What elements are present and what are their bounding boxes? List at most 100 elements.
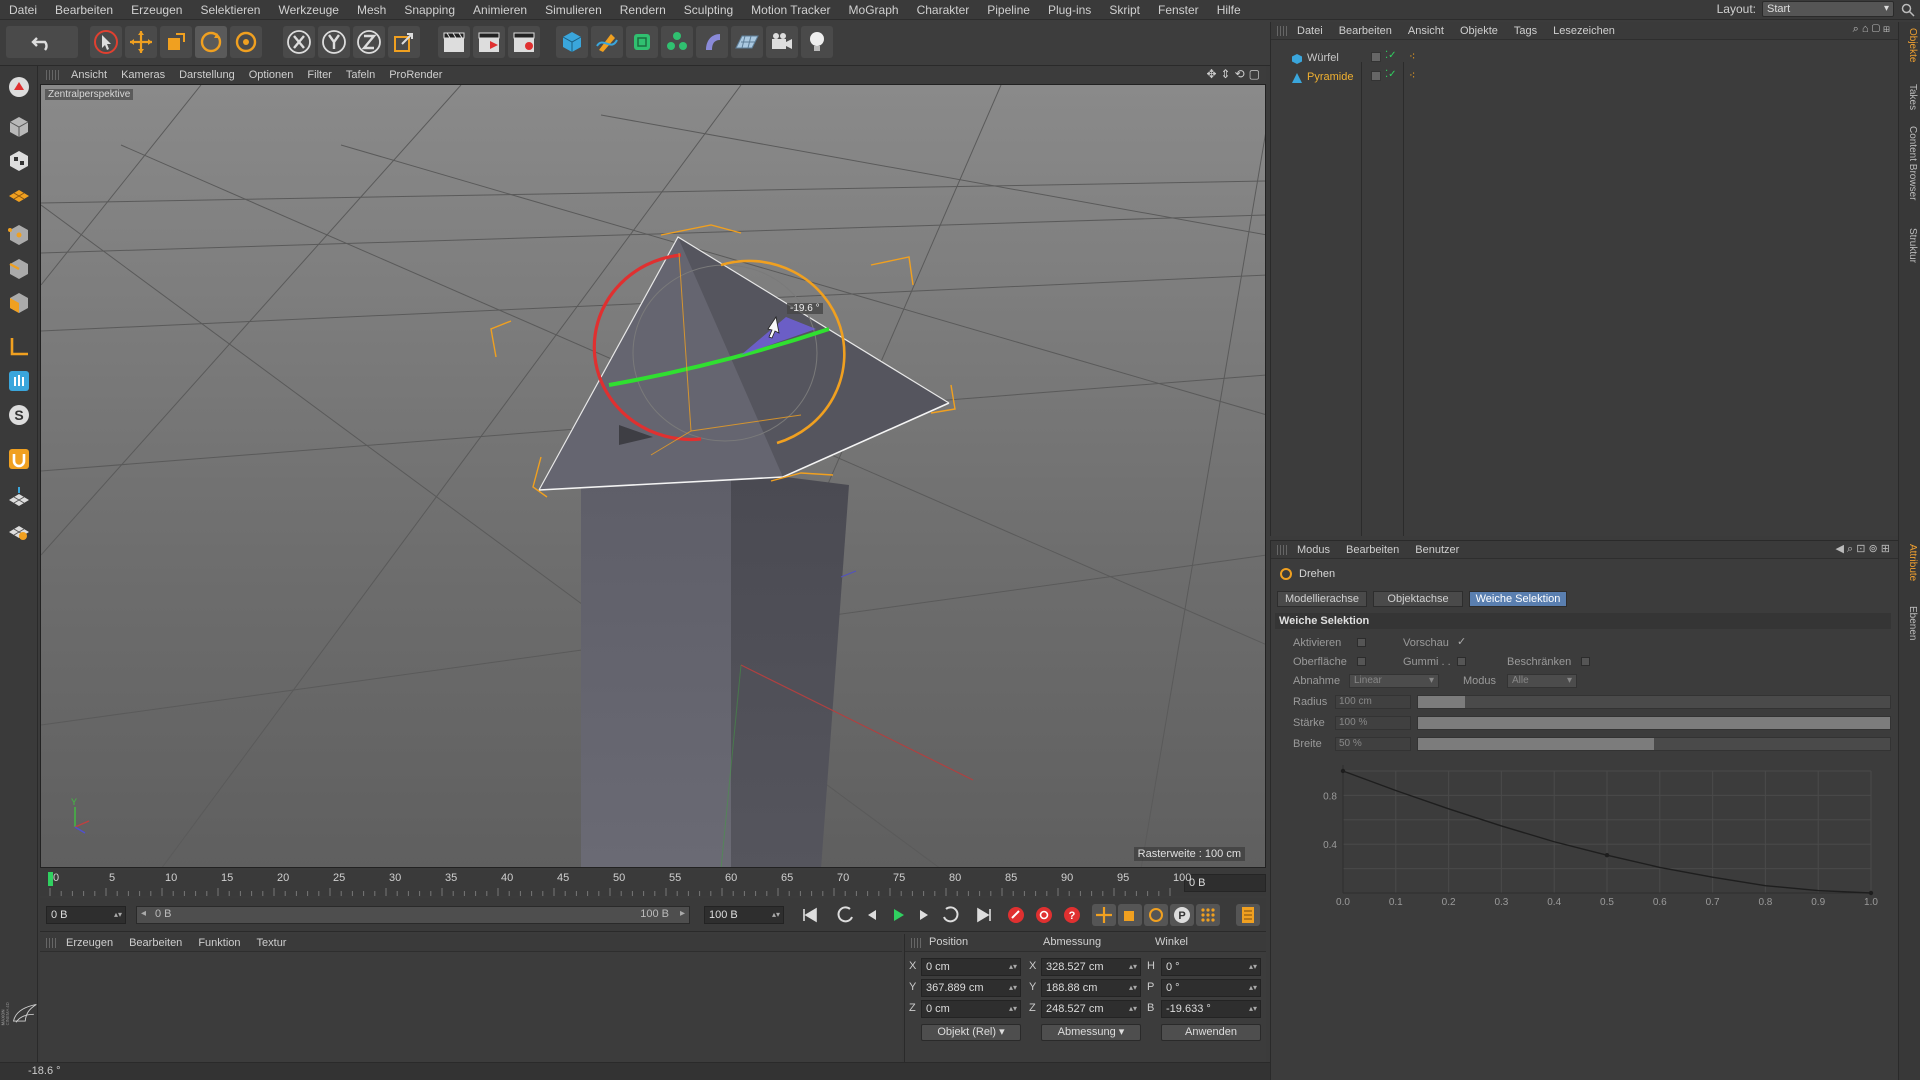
range-right-arrow[interactable]: ▸ <box>680 908 685 919</box>
menu-item[interactable]: Rendern <box>611 0 675 20</box>
rot-h-field[interactable]: 0 ° ▴▾ <box>1161 958 1261 976</box>
next-key-button[interactable] <box>938 904 962 926</box>
snapping-button[interactable]: S <box>4 400 34 430</box>
attr-menu-benutzer[interactable]: Benutzer <box>1407 544 1467 556</box>
make-editable-button[interactable] <box>4 72 34 102</box>
panel-grip[interactable] <box>1277 544 1289 555</box>
viewport-menu-prorender[interactable]: ProRender <box>382 69 449 81</box>
material-menu-bearbeiten[interactable]: Bearbeiten <box>121 937 190 949</box>
next-frame-button[interactable] <box>912 904 936 926</box>
layer-swatch[interactable] <box>1371 71 1381 81</box>
curve-knot[interactable] <box>1868 890 1874 896</box>
object-name-wuerfel[interactable]: Würfel <box>1307 52 1339 64</box>
select-tool-button[interactable] <box>90 26 122 58</box>
frame-range-slider[interactable]: ◂ 0 B 100 B ▸ <box>136 906 690 924</box>
panel-grip[interactable] <box>46 70 60 80</box>
menu-item[interactable]: Sculpting <box>675 0 742 20</box>
side-tab-struktur[interactable]: Struktur <box>1902 228 1918 263</box>
visibility-check-icon[interactable]: ⁚✓ <box>1385 50 1397 61</box>
coordinate-mode-dropdown[interactable]: Objekt (Rel) ▾ <box>921 1024 1021 1041</box>
rot-p-field[interactable]: 0 ° ▴▾ <box>1161 979 1261 997</box>
dolly-icon[interactable]: ⇕ <box>1221 67 1231 81</box>
menu-item[interactable]: Simulieren <box>536 0 611 20</box>
spline-pen-button[interactable] <box>591 26 623 58</box>
magnet-button[interactable] <box>4 444 34 474</box>
breite-slider[interactable] <box>1417 737 1891 751</box>
timeline[interactable]: 0 B 0 5 10 15 20 25 30 35 40 45 50 55 60 65 70 75 80 85 90… <box>40 870 1266 896</box>
workplane-grid-button[interactable] <box>4 482 34 512</box>
start-frame-field[interactable]: 0 B ▴▾ <box>46 906 126 924</box>
objects-menu-bearbeiten[interactable]: Bearbeiten <box>1331 25 1400 37</box>
objects-toolbar-icons[interactable]: ⌕ ⌂ ▢ ⊞ <box>1853 23 1890 36</box>
recent-tool-button[interactable] <box>230 26 262 58</box>
radius-field[interactable]: 100 cm <box>1335 695 1411 709</box>
menu-item[interactable]: Pipeline <box>978 0 1039 20</box>
tweak-mode-button[interactable] <box>4 366 34 396</box>
curve-knot[interactable] <box>1604 852 1610 858</box>
rot-b-field[interactable]: -19.633 ° ▴▾ <box>1161 1000 1261 1018</box>
pos-y-field[interactable]: 367.889 cm ▴▾ <box>921 979 1021 997</box>
pan-icon[interactable]: ✥ <box>1206 67 1216 81</box>
panel-grip[interactable] <box>46 937 58 948</box>
layer-swatch[interactable] <box>1371 52 1381 62</box>
side-tab-objekte[interactable]: Objekte <box>1902 28 1918 62</box>
workplane-mode-button[interactable] <box>4 180 34 210</box>
vorschau-checkbox[interactable]: ✓ <box>1457 635 1466 648</box>
curve-knot[interactable] <box>1340 768 1346 774</box>
objects-menu-objekte[interactable]: Objekte <box>1452 25 1506 37</box>
layout-selector[interactable]: Layout: Start <box>1717 1 1894 17</box>
menu-item[interactable]: Datei <box>0 0 46 20</box>
points-mode-button[interactable] <box>4 220 34 250</box>
side-tab-attribute[interactable]: Attribute <box>1902 544 1918 581</box>
search-icon[interactable] <box>1900 2 1916 18</box>
panel-grip[interactable] <box>1277 25 1289 36</box>
end-frame-field[interactable]: 100 B ▴▾ <box>704 906 784 924</box>
move-tool-button[interactable] <box>125 26 157 58</box>
viewport-menu-ansicht[interactable]: Ansicht <box>64 69 114 81</box>
menu-item[interactable]: Charakter <box>908 0 979 20</box>
key-parameter-button[interactable]: P <box>1170 904 1194 926</box>
object-row-wuerfel[interactable]: Würfel ⁚✓ ⁖ <box>1271 50 1899 68</box>
tab-weiche-selektion[interactable]: Weiche Selektion <box>1469 591 1567 607</box>
menu-item[interactable]: Animieren <box>464 0 536 20</box>
render-view-button[interactable] <box>438 26 470 58</box>
breite-field[interactable]: 50 % <box>1335 737 1411 751</box>
attr-menu-modus[interactable]: Modus <box>1289 544 1338 556</box>
material-menu-funktion[interactable]: Funktion <box>190 937 248 949</box>
go-to-start-button[interactable] <box>798 904 822 926</box>
render-settings-button[interactable] <box>508 26 540 58</box>
oberflaeche-checkbox[interactable] <box>1357 657 1366 666</box>
menu-item[interactable]: Selektieren <box>191 0 269 20</box>
viewport-menu-tafeln[interactable]: Tafeln <box>339 69 382 81</box>
menu-item[interactable]: Werkzeuge <box>269 0 347 20</box>
key-position-button[interactable] <box>1092 904 1116 926</box>
range-left-arrow[interactable]: ◂ <box>141 908 146 919</box>
menu-item[interactable]: Snapping <box>395 0 464 20</box>
staerke-field[interactable]: 100 % <box>1335 716 1411 730</box>
coordinate-system-button[interactable] <box>388 26 420 58</box>
z-axis-lock-button[interactable] <box>353 26 385 58</box>
model-mode-button[interactable] <box>4 112 34 142</box>
key-rotation-button[interactable] <box>1144 904 1168 926</box>
key-scale-button[interactable] <box>1118 904 1142 926</box>
staerke-slider[interactable] <box>1417 716 1891 730</box>
floor-button[interactable] <box>731 26 763 58</box>
layout-dropdown[interactable]: Start <box>1762 1 1894 17</box>
size-z-field[interactable]: 248.527 cm ▴▾ <box>1041 1000 1141 1018</box>
maximize-view-icon[interactable]: ▢ <box>1249 67 1260 81</box>
side-tab-ebenen[interactable]: Ebenen <box>1902 606 1918 640</box>
tab-modellierachse[interactable]: Modellierachse <box>1277 591 1367 607</box>
menu-item[interactable]: Fenster <box>1149 0 1208 20</box>
go-to-end-button[interactable] <box>972 904 996 926</box>
cloner-button[interactable] <box>661 26 693 58</box>
phong-tag-icon[interactable]: ⁖ <box>1409 50 1415 63</box>
panel-grip[interactable] <box>911 938 923 948</box>
menu-item[interactable]: Plug-ins <box>1039 0 1100 20</box>
prev-frame-button[interactable] <box>860 904 884 926</box>
polygons-mode-button[interactable] <box>4 288 34 318</box>
texture-mode-button[interactable] <box>4 146 34 176</box>
orbit-icon[interactable]: ⟲ <box>1235 67 1245 81</box>
cube-front-face[interactable] <box>581 470 731 868</box>
menu-item[interactable]: Skript <box>1100 0 1149 20</box>
size-mode-dropdown[interactable]: Abmessung ▾ <box>1041 1024 1141 1041</box>
